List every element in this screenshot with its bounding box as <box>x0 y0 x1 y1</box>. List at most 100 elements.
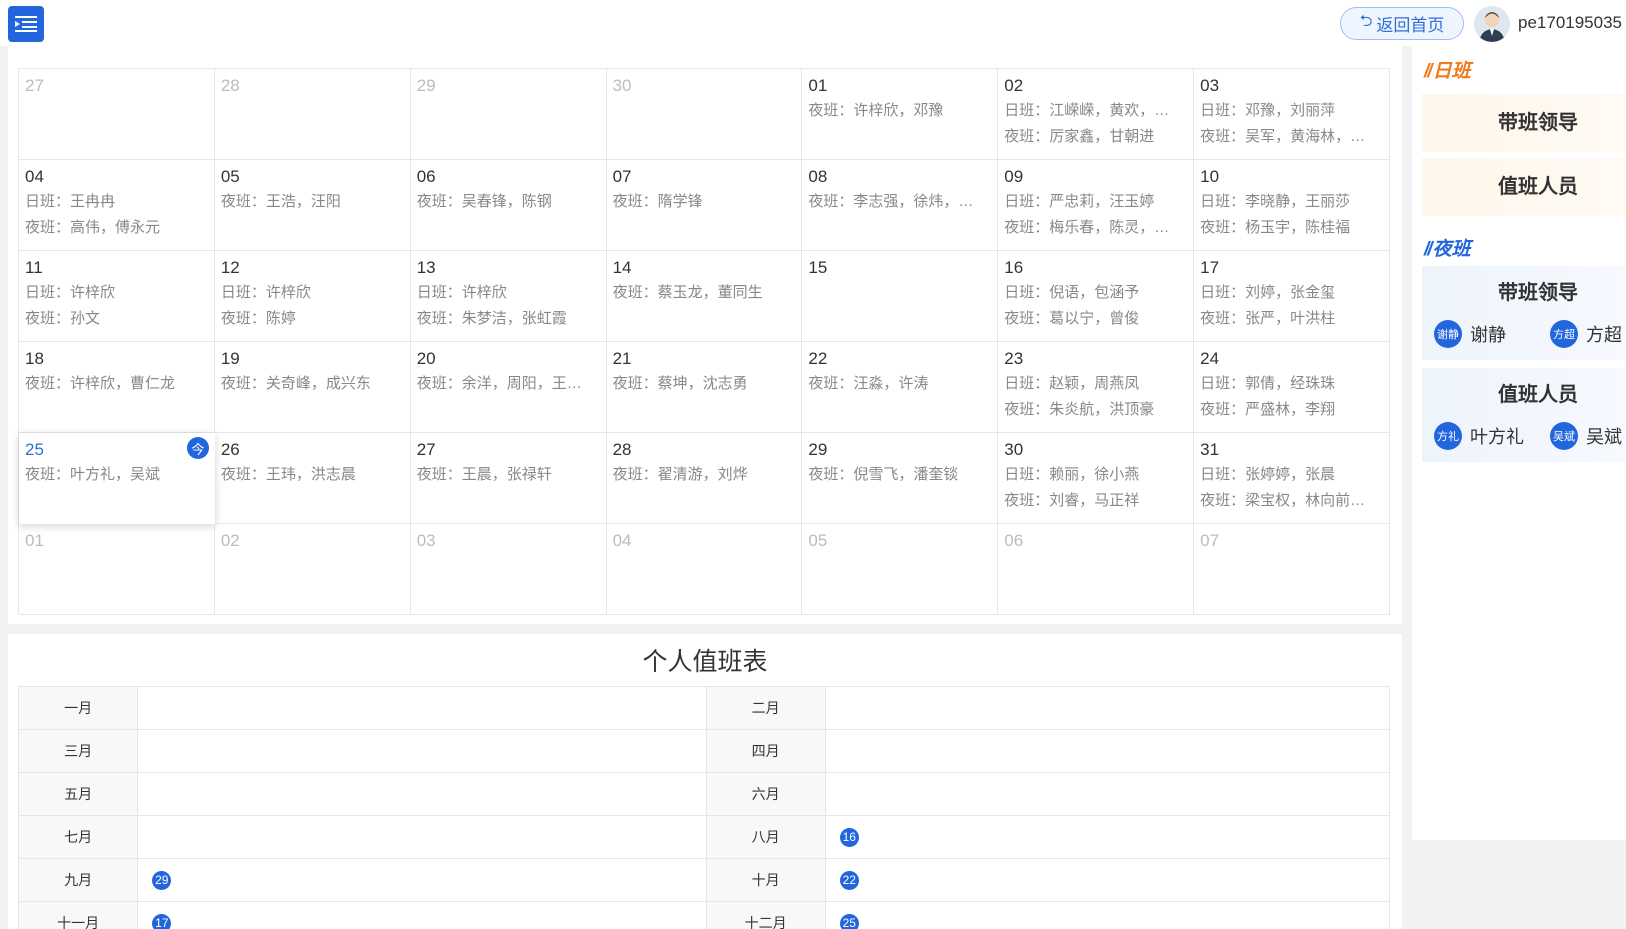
day-number: 30 <box>612 76 632 95</box>
day-number: 12 <box>220 258 240 277</box>
night-staff-person[interactable]: 吴斌 吴斌 <box>1550 422 1622 450</box>
duty-row: 十一月 17 十二月 25 <box>17 901 1391 929</box>
calendar-day[interactable]: 29 夜班：倪雪飞，潘奎锬 <box>802 433 999 524</box>
day-number: 11 <box>25 258 43 277</box>
today-badge: 今 <box>186 437 209 459</box>
shift-assignment: 夜班：吴春锋，陈钢 <box>416 193 552 210</box>
day-number: 05 <box>808 531 828 550</box>
day-number: 28 <box>612 440 632 459</box>
calendar-day[interactable]: 03 日班：邓豫，刘丽萍 夜班：吴军，黄海林，… <box>1194 69 1390 160</box>
calendar-day[interactable]: 29 <box>410 69 607 160</box>
day-number: 27 <box>416 440 436 459</box>
night-leader-person[interactable]: 方超 方超 <box>1550 320 1622 348</box>
calendar-day[interactable]: 02 日班：江嵘嵘，黄欢，… 夜班：厉家鑫，甘朝进 <box>998 69 1195 160</box>
day-leader-label: 带班领导 <box>1498 112 1578 134</box>
month-duty-days: 22 <box>824 858 1391 902</box>
calendar-day[interactable]: 27 <box>19 69 215 160</box>
duty-row: 七月 八月 16 <box>17 815 1391 859</box>
calendar-day[interactable]: 07 <box>1194 524 1390 615</box>
calendar-day[interactable]: 03 <box>410 524 607 615</box>
night-staff-label: 值班人员 <box>1498 384 1578 406</box>
calendar-day[interactable]: 06 <box>998 524 1195 615</box>
calendar-day[interactable]: 05 <box>802 524 999 615</box>
shift-assignment: 夜班：王浩，汪阳 <box>220 193 341 210</box>
month-label: 十二月 <box>705 901 826 929</box>
shift-assignment: 日班：邓豫，刘丽萍 <box>1200 102 1336 119</box>
calendar-day[interactable]: 27 夜班：王晨，张禄轩 <box>410 433 607 524</box>
duty-day-badge[interactable]: 29 <box>152 870 172 890</box>
calendar-day[interactable]: 05 夜班：王浩，汪阳 <box>214 160 411 251</box>
calendar-day[interactable]: 15 <box>802 251 999 342</box>
day-number: 07 <box>612 167 632 186</box>
calendar-day[interactable]: 04 日班：王冉冉 夜班：高伟，傅永元 <box>19 160 215 251</box>
calendar-day[interactable]: 16 日班：倪语，包涵予 夜班：葛以宁，曾俊 <box>998 251 1195 342</box>
duty-row: 五月 六月 <box>17 772 1391 816</box>
back-home-button[interactable]: ⮌ 返回首页 <box>1340 7 1464 40</box>
shift-assignment: 夜班：葛以宁，曾俊 <box>1004 310 1140 327</box>
duty-day-badge[interactable]: 25 <box>839 913 859 929</box>
shift-assignment: 夜班：关奇峰，成兴东 <box>220 375 371 392</box>
calendar-day[interactable]: 14 夜班：蔡玉龙，董同生 <box>606 251 803 342</box>
day-shift-heading: //日班 <box>1424 56 1471 83</box>
shift-assignment: 夜班：汪淼，许涛 <box>808 375 929 392</box>
shift-assignment: 日班：许梓欣 <box>25 284 116 301</box>
calendar-day[interactable]: 28 <box>214 69 411 160</box>
month-label: 十月 <box>705 858 826 902</box>
calendar-day[interactable]: 23 日班：赵颖，周燕凤 夜班：朱炎航，洪顶豪 <box>998 342 1195 433</box>
month-duty-days <box>824 772 1391 816</box>
shift-assignment: 日班：张婷婷，张晨 <box>1200 466 1336 483</box>
calendar-day[interactable]: 30 <box>606 69 803 160</box>
calendar-day[interactable]: 24 日班：郭倩，经珠珠 夜班：严盛林，李翔 <box>1194 342 1390 433</box>
calendar-day[interactable]: 01 夜班：许梓欣，邓豫 <box>802 69 999 160</box>
calendar-day[interactable]: 06 夜班：吴春锋，陈钢 <box>410 160 607 251</box>
calendar-day[interactable]: 17 日班：刘婷，张金玺 夜班：张严，叶洪柱 <box>1194 251 1390 342</box>
calendar-day[interactable]: 19 夜班：关奇峰，成兴东 <box>214 342 411 433</box>
calendar-day[interactable]: 11 日班：许梓欣 夜班：孙文 <box>19 251 215 342</box>
month-label: 三月 <box>17 729 139 773</box>
month-label: 一月 <box>17 686 139 730</box>
shift-assignment: 夜班：翟清游，刘烨 <box>612 466 748 483</box>
calendar-day[interactable]: 01 <box>19 524 215 615</box>
month-duty-days <box>824 729 1391 773</box>
calendar-day-today[interactable]: 25 今夜班：叶方礼，吴斌 <box>19 433 215 524</box>
shift-assignment: 夜班：高伟，傅永元 <box>25 219 161 236</box>
day-number: 26 <box>220 440 240 459</box>
calendar-day[interactable]: 20 夜班：余洋，周阳，王… <box>410 342 607 433</box>
shift-assignment: 夜班：梁宝权，林向前… <box>1200 492 1366 509</box>
calendar-day[interactable]: 09 日班：严忠莉，汪玉婷 夜班：梅乐春，陈灵，… <box>998 160 1195 251</box>
shift-assignment: 夜班：朱梦洁，张虹霞 <box>416 310 567 327</box>
calendar-day[interactable]: 31 日班：张婷婷，张晨 夜班：梁宝权，林向前… <box>1194 433 1390 524</box>
day-number: 24 <box>1200 349 1220 368</box>
menu-toggle-button[interactable] <box>8 6 44 42</box>
night-leader-label: 带班领导 <box>1498 282 1578 304</box>
calendar-day[interactable]: 28 夜班：翟清游，刘烨 <box>606 433 803 524</box>
calendar-day[interactable]: 13 日班：许梓欣 夜班：朱梦洁，张虹霞 <box>410 251 607 342</box>
username[interactable]: pe170195035 <box>1518 13 1622 33</box>
shift-assignment: 日班：赖丽，徐小燕 <box>1004 466 1140 483</box>
month-duty-days: 17 <box>137 901 707 929</box>
day-number: 20 <box>416 349 436 368</box>
day-number: 02 <box>220 531 240 550</box>
calendar-day[interactable]: 18 夜班：许梓欣，曹仁龙 <box>19 342 215 433</box>
person-avatar: 方超 <box>1550 320 1578 348</box>
night-staff-person[interactable]: 方礼 叶方礼 <box>1434 422 1524 450</box>
calendar-day[interactable]: 08 夜班：李志强，徐炜，… <box>802 160 999 251</box>
calendar-day[interactable]: 07 夜班：隋学锋 <box>606 160 803 251</box>
calendar-day[interactable]: 30 日班：赖丽，徐小燕 夜班：刘睿，马正祥 <box>998 433 1195 524</box>
duty-day-badge[interactable]: 22 <box>839 870 859 890</box>
calendar-day[interactable]: 04 <box>606 524 803 615</box>
duty-day-badge[interactable]: 16 <box>839 827 859 847</box>
day-number: 27 <box>25 76 44 95</box>
calendar-day[interactable]: 10 日班：李晓静，王丽莎 夜班：杨玉宇，陈桂福 <box>1194 160 1390 251</box>
calendar-day[interactable]: 12 日班：许梓欣 夜班：陈婷 <box>214 251 411 342</box>
duty-day-badge[interactable]: 17 <box>152 913 172 929</box>
month-duty-days: 25 <box>824 901 1391 929</box>
calendar-day[interactable]: 22 夜班：汪淼，许涛 <box>802 342 999 433</box>
calendar-day[interactable]: 21 夜班：蔡坤，沈志勇 <box>606 342 803 433</box>
shift-assignment: 夜班：刘睿，马正祥 <box>1004 492 1140 509</box>
night-leader-person[interactable]: 谢静 谢静 <box>1434 320 1506 348</box>
calendar-day[interactable]: 02 <box>214 524 411 615</box>
calendar-day[interactable]: 26 夜班：王玮，洪志晨 <box>214 433 411 524</box>
shift-assignment: 夜班：蔡坤，沈志勇 <box>612 375 748 392</box>
user-avatar[interactable] <box>1474 6 1510 42</box>
